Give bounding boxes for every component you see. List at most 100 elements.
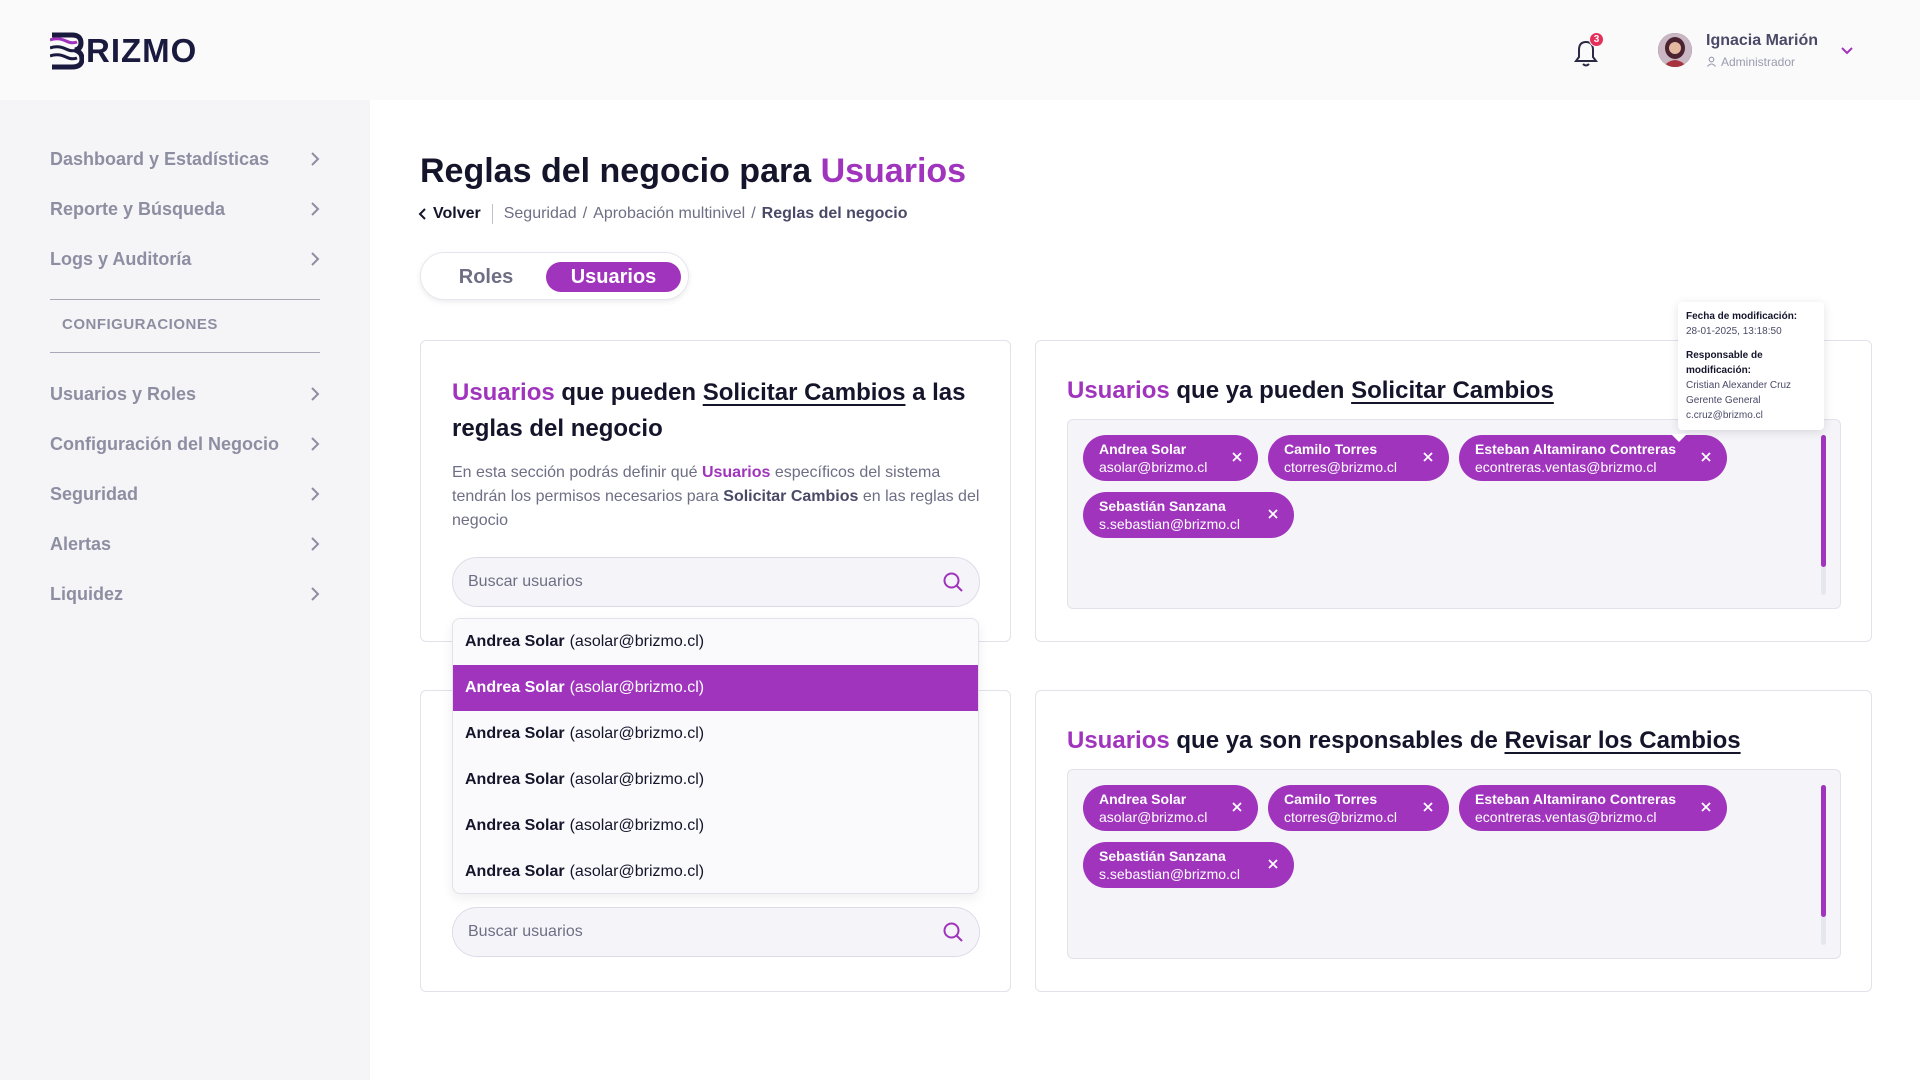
option-email: (asolar@brizmo.cl) [569,633,705,650]
reviewers-card: Usuarios que ya son responsables de Revi… [1035,690,1872,992]
tab-users[interactable]: Usuarios [546,262,681,292]
sidebar: Dashboard y Estadísticas Reporte y Búsqu… [0,100,370,1080]
close-icon[interactable] [1699,450,1713,464]
brizmo-logo[interactable]: RIZMO [50,30,220,72]
title-mid: que pueden [561,379,697,406]
user-icon [1707,56,1716,67]
search-icon[interactable] [941,920,965,944]
user-chip[interactable]: Esteban Altamirano Contreras econtreras.… [1459,785,1727,831]
user-chip[interactable]: Camilo Torres ctorres@brizmo.cl [1268,785,1449,831]
breadcrumb-current: Reglas del negocio [761,205,908,222]
breadcrumb-separator [491,204,493,224]
chevron-right-icon [311,487,320,501]
back-label: Volver [433,205,481,222]
tooltip-responsible-role: Gerente General [1686,395,1761,406]
search-input[interactable] [468,923,908,941]
close-icon[interactable] [1421,800,1435,814]
scrollbar-thumb[interactable] [1821,435,1826,567]
modification-tooltip: Fecha de modificación: 28-01-2025, 13:18… [1678,302,1824,430]
close-icon[interactable] [1230,800,1244,814]
user-chip[interactable]: Sebastián Sanzana s.sebastian@brizmo.cl [1083,492,1294,538]
request-changes-title: Usuarios que pueden Solicitar Cambios a … [452,375,992,447]
search-input[interactable] [468,573,908,591]
sidebar-item-reports[interactable]: Reporte y Búsqueda [50,194,322,224]
tooltip-arrow [1671,434,1687,442]
reviewers-title: Usuarios que ya son responsables de Revi… [1067,723,1741,759]
sidebar-item-dashboard[interactable]: Dashboard y Estadísticas [50,144,322,174]
sidebar-item-business-config[interactable]: Configuración del Negocio [50,429,322,459]
dropdown-option[interactable]: Andrea Solar (asolar@brizmo.cl) [453,757,978,803]
logo-text: RIZMO [86,32,198,69]
chevron-right-icon [311,202,320,216]
sidebar-item-logs[interactable]: Logs y Auditoría [50,244,322,274]
tooltip-responsible-label: Responsable de modificación: [1686,350,1763,376]
dropdown-option[interactable]: Andrea Solar (asolar@brizmo.cl) [453,711,978,757]
search-icon[interactable] [941,570,965,594]
close-icon[interactable] [1421,450,1435,464]
tooltip-date-label: Fecha de modificación: [1686,311,1798,322]
option-name: Andrea Solar [465,771,565,788]
chip-email: econtreras.ventas@brizmo.cl [1475,459,1657,475]
user-chip[interactable]: Andrea Solar asolar@brizmo.cl [1083,435,1258,481]
tab-group: Roles Usuarios [420,252,689,300]
sidebar-item-alerts[interactable]: Alertas [50,529,322,559]
user-chip[interactable]: Camilo Torres ctorres@brizmo.cl [1268,435,1449,481]
title-link[interactable]: Solicitar Cambios [703,379,906,406]
close-icon[interactable] [1230,450,1244,464]
user-chip[interactable]: Sebastián Sanzana s.sebastian@brizmo.cl [1083,842,1294,888]
chip-email: econtreras.ventas@brizmo.cl [1475,809,1657,825]
chevron-down-icon [1841,47,1853,55]
option-name: Andrea Solar [465,863,565,880]
tooltip-date-value: 28-01-2025, 13:18:50 [1686,326,1782,337]
top-bar: RIZMO 3 Ignacia Marión Administrador [0,0,1920,100]
search-users-field[interactable] [452,907,980,957]
page-title-accent: Usuarios [820,152,967,190]
option-email: (asolar@brizmo.cl) [569,725,705,742]
title-link[interactable]: Solicitar Cambios [1351,377,1554,404]
chevron-left-icon [418,208,426,220]
user-chip[interactable]: Andrea Solar asolar@brizmo.cl [1083,785,1258,831]
breadcrumb-multilevel-approval[interactable]: Aprobación multinivel [593,205,745,223]
breadcrumb-security[interactable]: Seguridad [504,205,577,223]
dropdown-option-selected[interactable]: Andrea Solar (asolar@brizmo.cl) [453,665,978,711]
title-mid: que ya son responsables de [1176,727,1498,754]
back-link[interactable]: Volver [418,205,481,223]
close-icon[interactable] [1266,857,1280,871]
dropdown-option[interactable]: Andrea Solar (asolar@brizmo.cl) [453,803,978,849]
chevron-right-icon [311,252,320,266]
tooltip-responsible-name: Cristian Alexander Cruz [1686,380,1792,391]
title-accent: Usuarios [1067,377,1170,404]
title-accent: Usuarios [1067,727,1170,754]
sidebar-item-security[interactable]: Seguridad [50,479,322,509]
option-email: (asolar@brizmo.cl) [569,679,705,696]
option-name: Andrea Solar [465,817,565,834]
search-users-field[interactable] [452,557,980,607]
tab-roles[interactable]: Roles [431,262,541,292]
notifications-button[interactable]: 3 [1572,32,1604,68]
chip-email: s.sebastian@brizmo.cl [1099,516,1241,532]
page-title-prefix: Reglas del negocio para [420,152,812,190]
dropdown-option[interactable]: Andrea Solar (asolar@brizmo.cl) [453,849,978,893]
title-link[interactable]: Revisar los Cambios [1505,727,1741,754]
option-name: Andrea Solar [465,725,565,742]
sidebar-item-label: Reporte y Búsqueda [50,198,226,219]
user-menu[interactable]: Ignacia Marión Administrador [1658,28,1856,72]
scrollbar[interactable] [1821,785,1826,945]
sidebar-item-users-roles[interactable]: Usuarios y Roles [50,379,322,409]
sidebar-section-label: CONFIGURACIONES [62,316,218,333]
scrollbar-thumb[interactable] [1821,785,1826,917]
sidebar-item-liquidity[interactable]: Liquidez [50,579,322,609]
request-changes-description: En esta sección podrás definir qué Usuar… [452,461,982,533]
chip-name: Esteban Altamirano Contreras [1475,791,1676,807]
sidebar-item-label: Alertas [50,533,112,554]
selected-reviewers-box: Andrea Solar asolar@brizmo.cl Camilo Tor… [1067,769,1841,959]
sidebar-item-label: Seguridad [50,483,139,504]
breadcrumb: Volver Seguridad / Aprobación multinivel… [418,204,907,224]
chevron-right-icon [311,387,320,401]
option-email: (asolar@brizmo.cl) [569,771,705,788]
close-icon[interactable] [1699,800,1713,814]
close-icon[interactable] [1266,507,1280,521]
scrollbar[interactable] [1821,435,1826,595]
dropdown-option[interactable]: Andrea Solar (asolar@brizmo.cl) [453,619,978,665]
user-role: Administrador [1706,55,1818,69]
